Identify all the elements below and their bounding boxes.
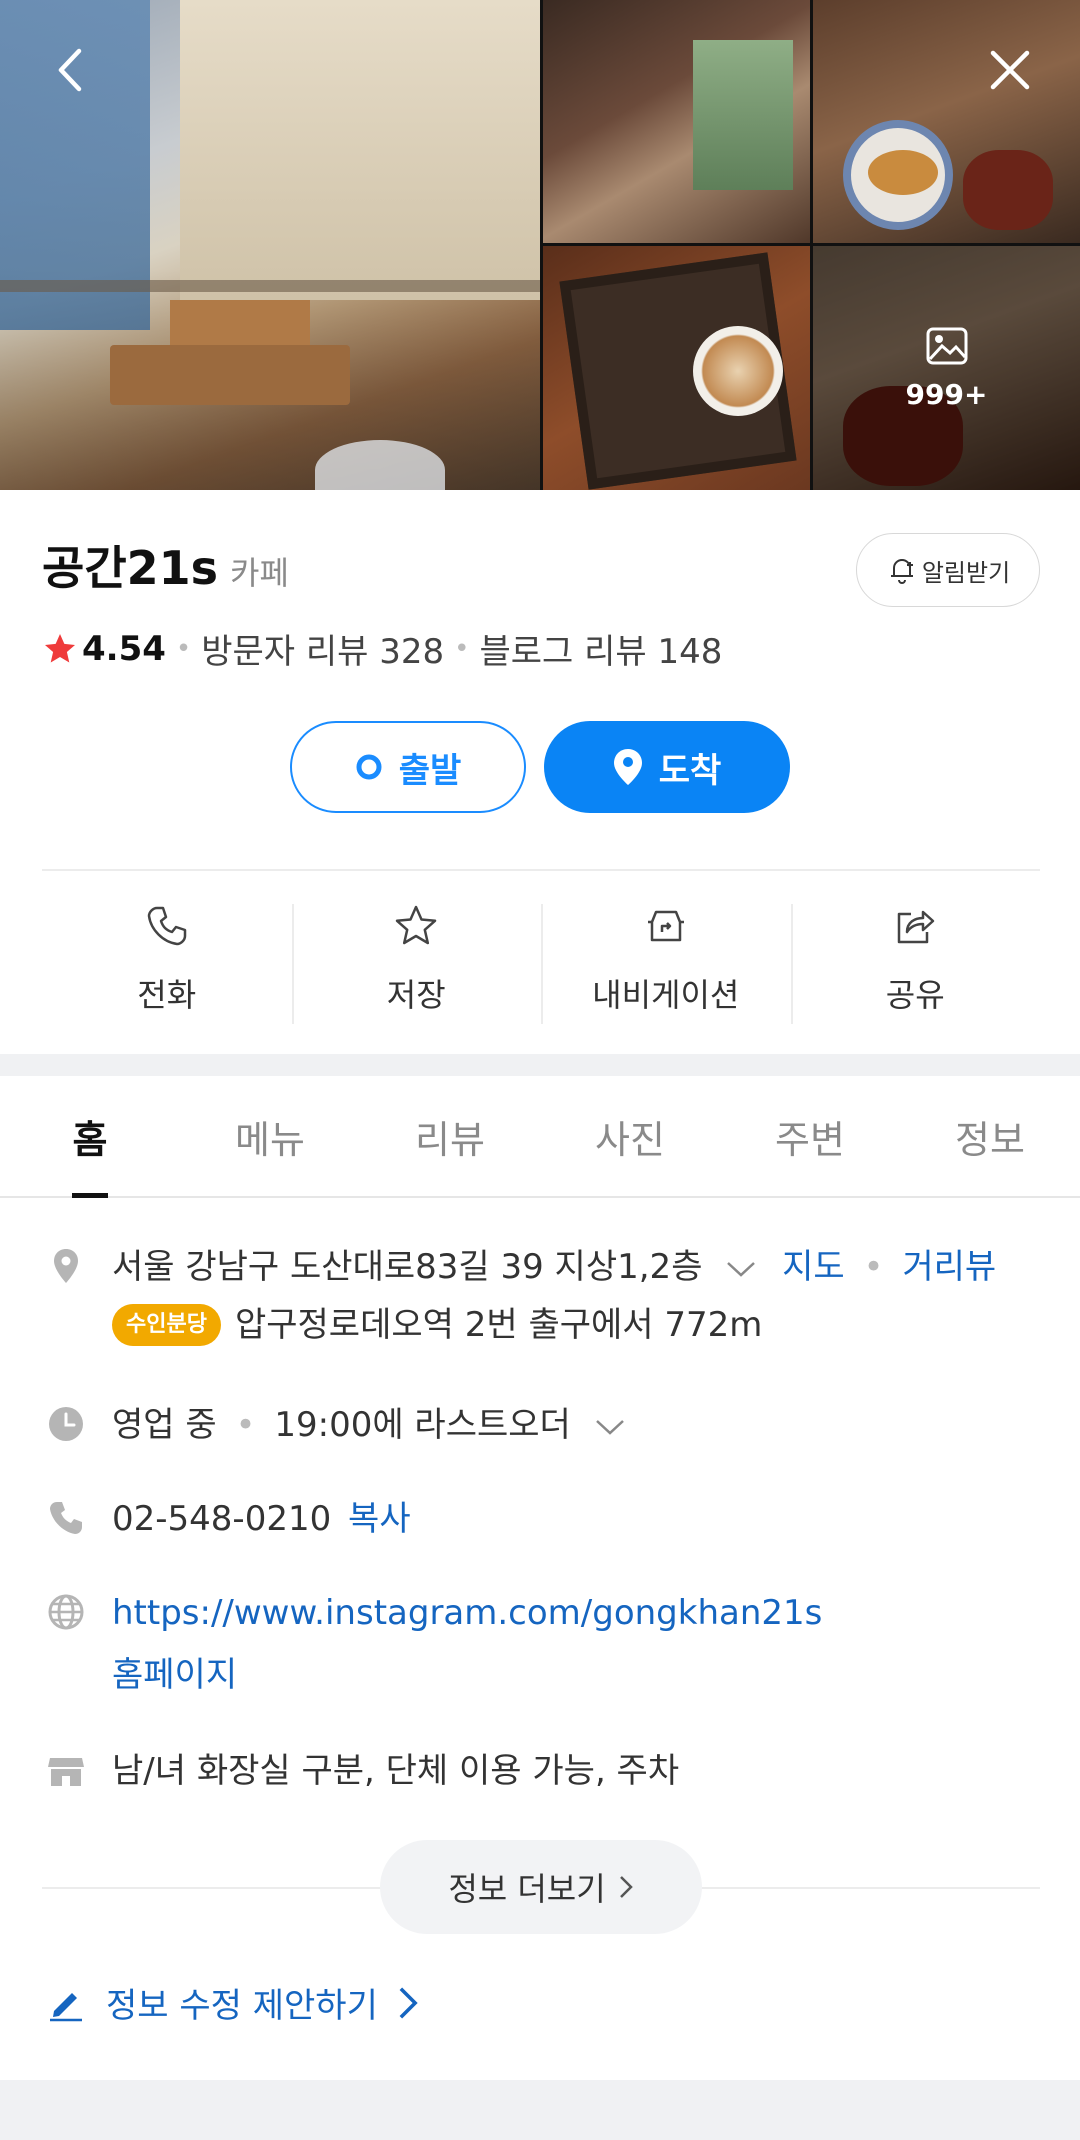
visitor-reviews-link[interactable]: 방문자 리뷰 328 (201, 624, 444, 673)
section-separator (0, 2080, 1080, 2140)
photo-gallery[interactable]: 999+ (0, 0, 1080, 490)
chevron-right-icon (619, 1876, 633, 1898)
more-info-label: 정보 더보기 (448, 1870, 606, 1908)
chevron-down-icon[interactable] (725, 1259, 757, 1279)
hours-row[interactable]: 영업 중 • 19:00에 라스트오더 (42, 1400, 626, 1450)
blog-reviews-link[interactable]: 블로그 리뷰 148 (480, 624, 723, 673)
route-buttons: 출발 도착 (290, 721, 790, 813)
tab-info[interactable]: 정보 (900, 1076, 1080, 1196)
phone-icon (147, 906, 186, 946)
hours-detail: 19:00에 라스트오더 (274, 1405, 571, 1445)
chevron-down-icon[interactable] (594, 1417, 626, 1437)
navigation-car-icon (647, 910, 684, 942)
store-icon (42, 1746, 90, 1794)
navigation-button[interactable]: 내비게이션 (541, 900, 791, 1025)
amenities-row: 남/녀 화장실 구분, 단체 이용 가능, 주차 (42, 1746, 679, 1796)
tab-menu[interactable]: 메뉴 (180, 1076, 360, 1196)
place-name: 공간21s (42, 541, 219, 595)
clock-icon (42, 1400, 90, 1448)
suggest-edit-link[interactable]: 정보 수정 제안하기 (46, 1978, 448, 2027)
rating-row: 4.54 • 방문자 리뷰 328 • 블로그 리뷰 148 (42, 624, 722, 673)
address-row: 서울 강남구 도산대로83길 39 지상1,2층 지도 • 거리뷰 수인분당 압… (42, 1242, 996, 1350)
chevron-right-icon (399, 1986, 418, 2019)
pencil-icon (50, 1992, 82, 2021)
origin-dot-icon (355, 753, 383, 781)
tab-photos[interactable]: 사진 (540, 1076, 720, 1196)
save-label: 저장 (386, 976, 446, 1014)
tab-bar: 홈 메뉴 리뷰 사진 주변 정보 (0, 1076, 1080, 1198)
tab-nearby[interactable]: 주변 (720, 1076, 900, 1196)
amenities-text: 남/녀 화장실 구분, 단체 이용 가능, 주차 (112, 1751, 680, 1791)
map-link[interactable]: 지도 (782, 1247, 845, 1287)
alarm-label: 알림받기 (921, 558, 1011, 587)
image-icon (926, 327, 967, 364)
location-pin-icon (42, 1242, 90, 1290)
website-link[interactable]: https://www.instagram.com/gongkhan21s (112, 1588, 822, 1638)
rating-value: 4.54 (82, 628, 166, 669)
call-label: 전화 (137, 976, 197, 1014)
star-icon (45, 633, 75, 662)
photo-thumbnail[interactable] (543, 246, 810, 490)
alarm-button[interactable]: 알림받기 (856, 533, 1040, 607)
section-separator (0, 1054, 1080, 1076)
hours-status: 영업 중 (112, 1405, 217, 1445)
phone-row: 02-548-0210 복사 (42, 1494, 411, 1544)
place-title: 공간21s 카페 (42, 532, 289, 598)
homepage-label[interactable]: 홈페이지 (112, 1650, 822, 1700)
phone-icon (42, 1494, 90, 1542)
back-button[interactable] (42, 40, 102, 100)
copy-phone-button[interactable]: 복사 (348, 1499, 411, 1539)
globe-icon (42, 1588, 90, 1636)
divider (42, 869, 1040, 871)
share-icon (898, 910, 935, 944)
share-label: 공유 (885, 976, 945, 1014)
call-button[interactable]: 전화 (42, 900, 292, 1025)
arrive-button[interactable]: 도착 (544, 721, 790, 813)
suggest-edit-label: 정보 수정 제안하기 (106, 1986, 378, 2026)
navigation-label: 내비게이션 (592, 976, 740, 1014)
share-button[interactable]: 공유 (790, 900, 1041, 1025)
photo-thumbnail[interactable] (813, 0, 1080, 243)
place-category: 카페 (230, 554, 289, 592)
start-label: 출발 (398, 750, 462, 791)
address-text: 서울 강남구 도산대로83길 39 지상1,2층 (112, 1247, 703, 1287)
start-button[interactable]: 출발 (290, 721, 526, 813)
more-info-button[interactable]: 정보 더보기 (380, 1840, 702, 1934)
photo-thumbnail[interactable] (543, 0, 810, 243)
chevron-left-icon (58, 48, 82, 92)
phone-number[interactable]: 02-548-0210 (112, 1499, 331, 1539)
close-button[interactable] (980, 40, 1040, 100)
location-pin-icon (613, 748, 643, 786)
subway-line-badge: 수인분당 (112, 1304, 221, 1346)
bell-plus-icon (890, 559, 913, 584)
more-photos-count: 999+ (905, 377, 988, 411)
quick-actions: 전화 저장 내비게이션 공유 (42, 900, 1040, 1025)
tab-home[interactable]: 홈 (0, 1076, 180, 1198)
website-row: https://www.instagram.com/gongkhan21s 홈페… (42, 1588, 822, 1700)
tab-reviews[interactable]: 리뷰 (360, 1076, 540, 1196)
arrive-label: 도착 (658, 750, 722, 791)
more-photos-overlay[interactable]: 999+ (813, 246, 1080, 490)
street-view-link[interactable]: 거리뷰 (902, 1247, 996, 1287)
station-distance: 압구정로데오역 2번 출구에서 772m (234, 1305, 763, 1345)
star-outline-icon (396, 905, 437, 945)
close-icon (990, 50, 1030, 90)
save-button[interactable]: 저장 (291, 900, 542, 1025)
